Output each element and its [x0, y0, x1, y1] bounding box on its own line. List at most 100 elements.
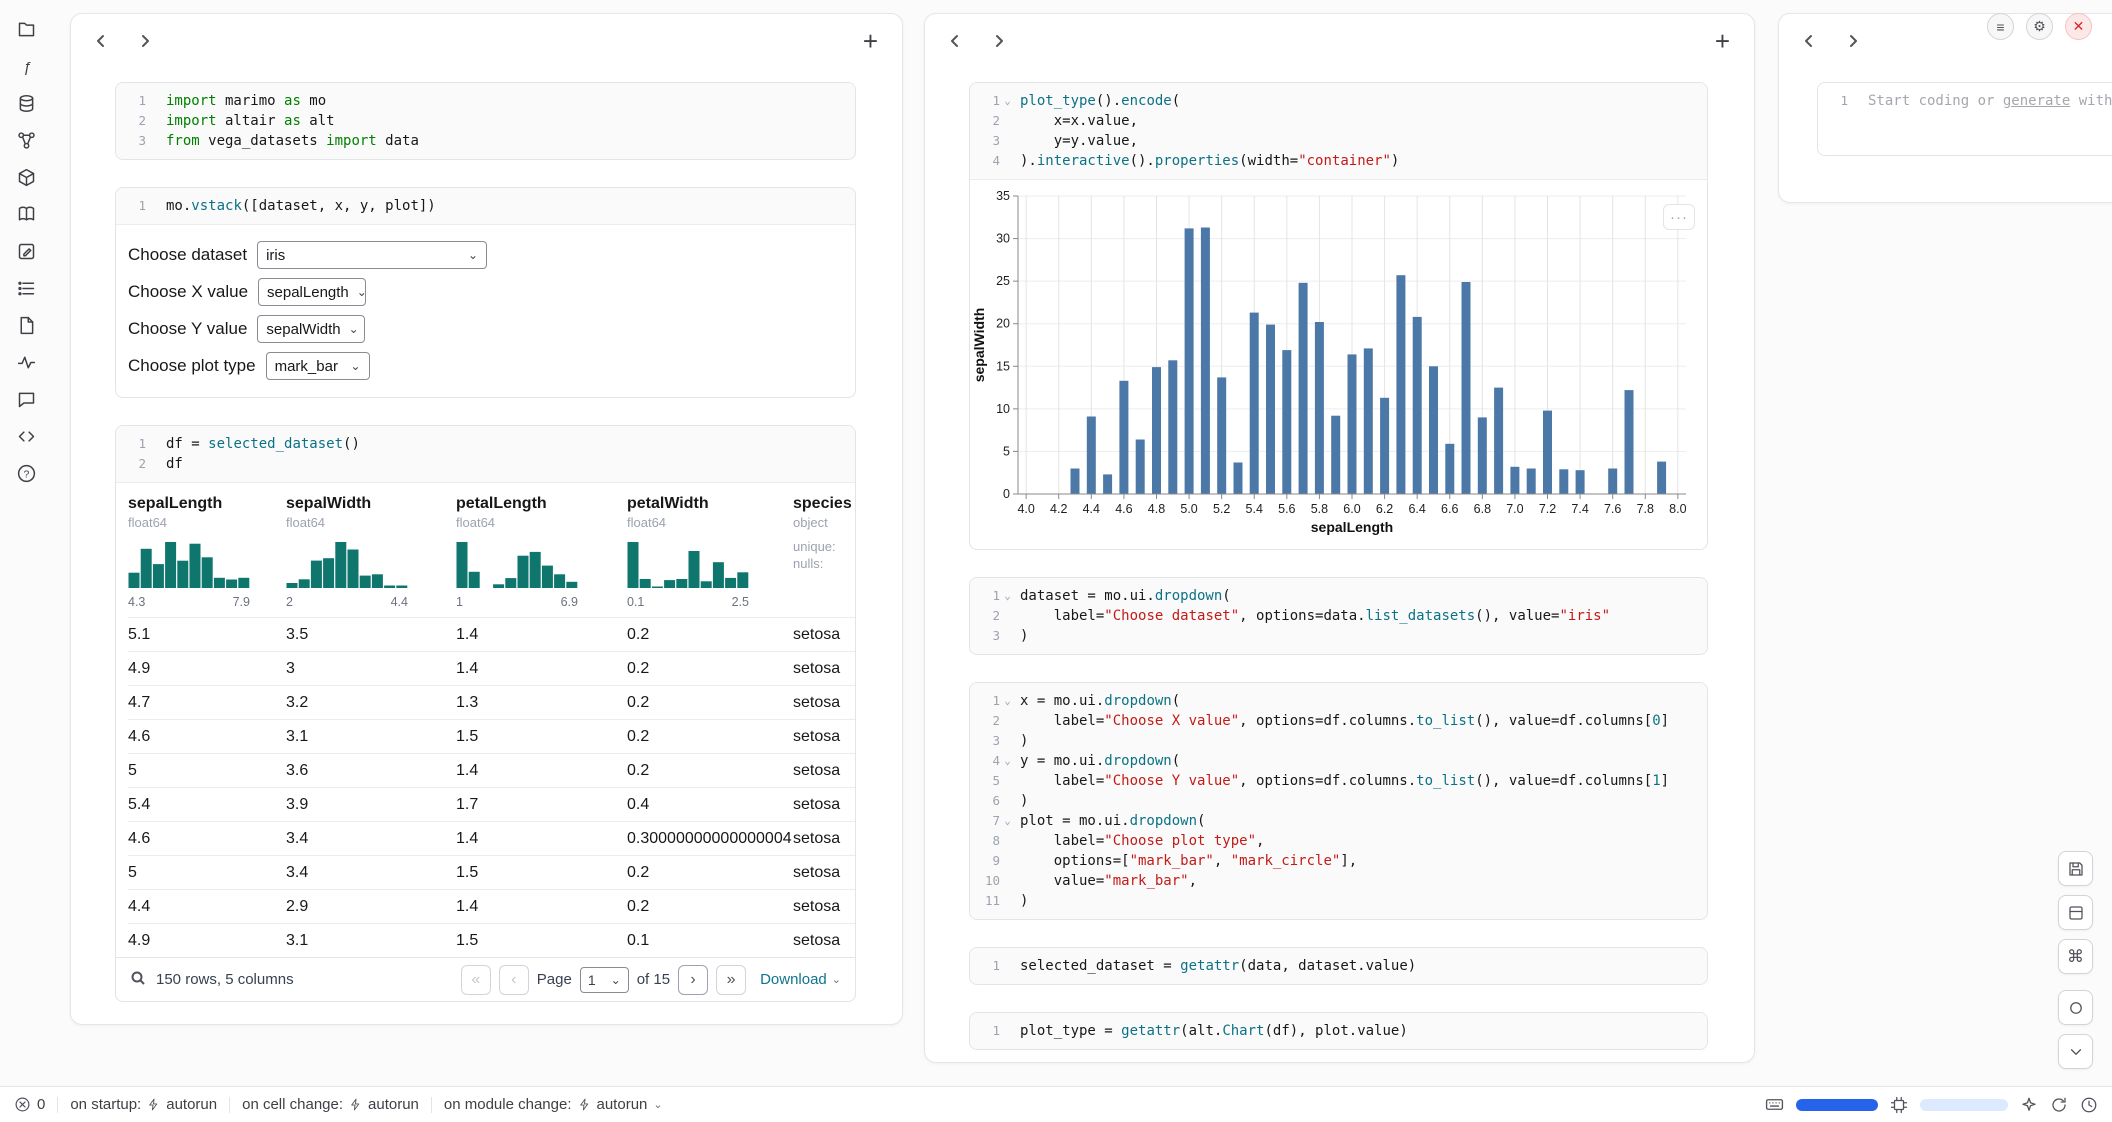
help-icon[interactable]: ? [14, 461, 38, 485]
shutdown-close-icon[interactable]: ✕ [2065, 13, 2092, 40]
last-page-button[interactable]: » [716, 965, 746, 995]
fold-chevron-icon[interactable]: ⌄ [1000, 751, 1015, 771]
table-row[interactable]: 4.63.41.40.30000000000000004setosa [128, 821, 855, 855]
table-row[interactable]: 4.42.91.40.2setosa [128, 889, 855, 923]
fold-chevron-icon[interactable]: ⌄ [1000, 691, 1015, 711]
layout-view-button[interactable] [2058, 895, 2093, 930]
line-number: 3 [974, 731, 1000, 751]
chevron-down-icon: ⌄ [832, 973, 841, 986]
settings-gear-icon[interactable]: ⚙ [2026, 13, 2053, 40]
svg-text:5.0: 5.0 [1180, 502, 1197, 516]
column-header[interactable]: petalWidthfloat64 [627, 495, 793, 530]
on-module-change-setting[interactable]: on module change: autorun ⌄ [444, 1096, 663, 1113]
fold-chevron-icon[interactable]: ⌄ [1000, 586, 1015, 606]
on-startup-setting[interactable]: on startup: autorun [70, 1096, 217, 1113]
add-cell-button[interactable]: + [1715, 31, 1730, 51]
line-number: 3 [120, 131, 146, 151]
page-select[interactable]: 1⌄ [580, 967, 629, 993]
code-editor[interactable]: 1df = selected_dataset()2df [116, 426, 855, 483]
chat-icon[interactable] [14, 387, 38, 411]
menu-icon[interactable]: ≡ [1987, 13, 2014, 40]
table-row[interactable]: 53.41.50.2setosa [128, 855, 855, 889]
sparkle-ai-icon[interactable] [2020, 1096, 2038, 1114]
dropdown-choose-plot-type[interactable]: mark_bar⌄ [266, 352, 370, 380]
line-number: 1 [974, 1021, 1000, 1041]
chevron-right-icon[interactable] [135, 31, 155, 51]
table-row[interactable]: 5.43.91.70.4setosa [128, 787, 855, 821]
code-editor[interactable]: 1⌄dataset = mo.ui.dropdown(2 label="Choo… [970, 578, 1707, 654]
scroll-to-bottom-button[interactable] [2058, 1034, 2093, 1069]
on-cell-change-setting[interactable]: on cell change: autorun [242, 1096, 419, 1113]
datasources-icon[interactable] [14, 91, 38, 115]
column-header[interactable]: speciesobject [793, 495, 855, 530]
dependency-graph-icon[interactable] [14, 128, 38, 152]
chevron-down-icon: ⌄ [349, 322, 359, 336]
prev-page-button[interactable]: ‹ [499, 965, 529, 995]
table-row[interactable]: 4.93.11.50.1setosa [128, 923, 855, 957]
dropdown-choose-x-value[interactable]: sepalLength⌄ [258, 278, 366, 306]
search-icon[interactable] [130, 970, 146, 990]
dropdown-choose-dataset[interactable]: iris⌄ [257, 241, 487, 269]
table-row[interactable]: 53.61.40.2setosa [128, 753, 855, 787]
scratchpad-icon[interactable] [14, 239, 38, 263]
chart-menu-button[interactable]: ··· [1663, 204, 1695, 230]
cpu-meter [1796, 1099, 1878, 1111]
documentation-icon[interactable] [14, 202, 38, 226]
table-row[interactable]: 4.73.21.30.2setosa [128, 685, 855, 719]
code-editor[interactable]: 1mo.vstack([dataset, x, y, plot]) [116, 188, 855, 225]
line-number: 1 [974, 691, 1000, 711]
outline-icon[interactable] [14, 276, 38, 300]
fold-chevron-icon[interactable]: ⌄ [1000, 91, 1015, 111]
code-editor[interactable]: 1selected_dataset = getattr(data, datase… [970, 948, 1707, 984]
code-editor[interactable]: 1 Start coding or generate with AI [1818, 83, 2112, 155]
line-number: 1 [120, 434, 146, 454]
clock-icon[interactable] [2080, 1096, 2098, 1114]
line-number: 1 [120, 196, 146, 216]
first-page-button[interactable]: « [461, 965, 491, 995]
snippets-icon[interactable] [14, 313, 38, 337]
cell-selected-dataset: 1selected_dataset = getattr(data, datase… [969, 947, 1708, 985]
cell-dataset-dropdown: 1⌄dataset = mo.ui.dropdown(2 label="Choo… [969, 577, 1708, 655]
chevron-down-icon [2067, 1043, 2085, 1061]
packages-icon[interactable] [14, 165, 38, 189]
code-editor[interactable]: 1plot_type = getattr(alt.Chart(df), plot… [970, 1013, 1707, 1049]
altair-bar-chart[interactable]: 4.04.24.44.64.85.05.25.45.65.86.06.26.46… [972, 188, 1707, 545]
keyboard-shortcuts-button[interactable]: ⌘ [2058, 939, 2093, 974]
table-row[interactable]: 5.13.51.40.2setosa [128, 617, 855, 651]
chevron-down-icon: ⌄ [611, 973, 621, 987]
chevron-right-icon[interactable] [989, 31, 1009, 51]
column-header[interactable]: sepalLengthfloat64 [128, 495, 286, 530]
line-number: 2 [120, 454, 146, 474]
column-header[interactable]: petalLengthfloat64 [456, 495, 627, 530]
column-header[interactable]: sepalWidthfloat64 [286, 495, 456, 530]
errors-indicator[interactable]: 0 [14, 1096, 45, 1113]
line-number: 2 [974, 111, 1000, 131]
code-editor[interactable]: 1import marimo as mo2import altair as al… [116, 83, 855, 159]
generate-with-ai-link[interactable]: generate [2003, 93, 2070, 109]
svg-text:5: 5 [1003, 444, 1010, 458]
memory-chip-icon [1890, 1096, 1908, 1114]
next-page-button[interactable]: › [678, 965, 708, 995]
file-explorer-icon[interactable] [14, 17, 38, 41]
svg-text:6.4: 6.4 [1408, 502, 1425, 516]
chevron-right-icon[interactable] [1843, 31, 1863, 51]
focus-view-button[interactable] [2058, 990, 2093, 1025]
table-row[interactable]: 4.931.40.2setosa [128, 651, 855, 685]
variables-icon[interactable]: ƒ [14, 54, 38, 78]
svg-text:7.8: 7.8 [1637, 502, 1654, 516]
table-row[interactable]: 4.63.11.50.2setosa [128, 719, 855, 753]
chevron-left-icon[interactable] [945, 31, 965, 51]
dropdown-choose-y-value[interactable]: sepalWidth⌄ [257, 315, 365, 343]
code-editor[interactable]: 1⌄x = mo.ui.dropdown(2 label="Choose X v… [970, 683, 1707, 919]
shortcuts-icon[interactable] [14, 424, 38, 448]
save-button[interactable] [2058, 851, 2093, 886]
refresh-icon[interactable] [2050, 1096, 2068, 1114]
add-cell-button[interactable]: + [863, 31, 878, 51]
tracing-icon[interactable] [14, 350, 38, 374]
fold-chevron-icon[interactable]: ⌄ [1000, 811, 1015, 831]
chevron-left-icon[interactable] [1799, 31, 1819, 51]
chevron-left-icon[interactable] [91, 31, 111, 51]
keyboard-icon[interactable] [1765, 1095, 1784, 1114]
code-editor[interactable]: 1⌄plot_type().encode(2 x=x.value,3 y=y.v… [970, 83, 1707, 180]
download-button[interactable]: Download⌄ [760, 971, 841, 988]
